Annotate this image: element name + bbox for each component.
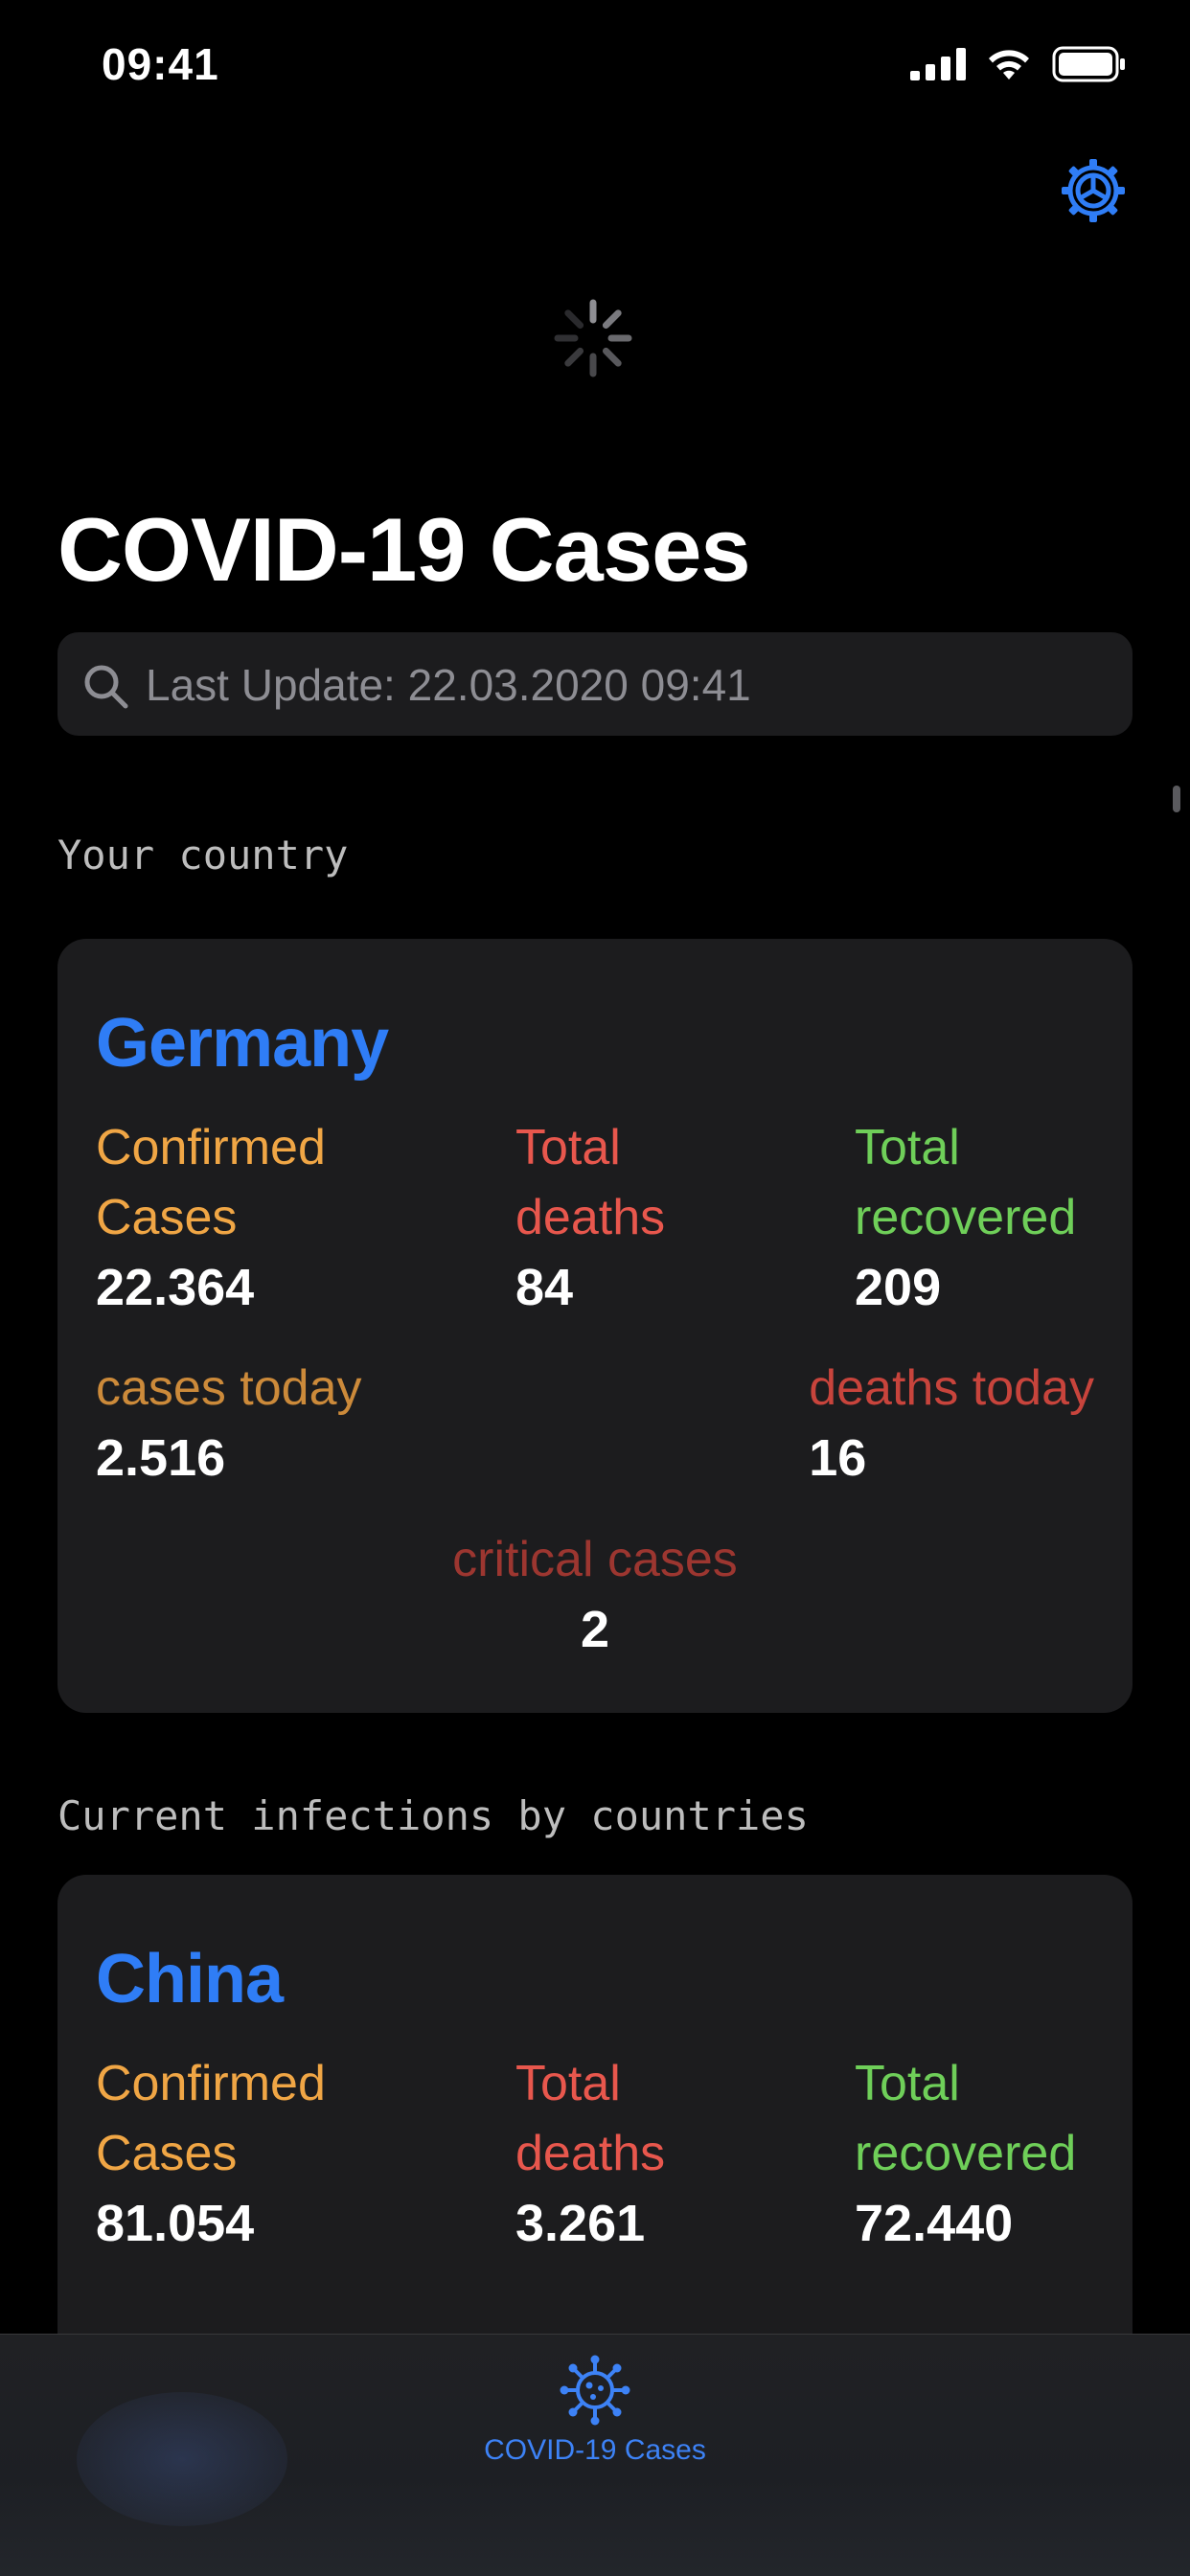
stat-recovered: Total recovered 209 <box>855 1113 1076 1323</box>
stat-label: deaths <box>515 2126 666 2181</box>
stat-label: Total <box>515 1120 621 1175</box>
stat-label: Cases <box>96 2126 238 2181</box>
stat-value: 84 <box>515 1259 574 1316</box>
gear-icon[interactable] <box>1060 157 1127 224</box>
search-icon <box>84 665 128 709</box>
section-header-by-countries: Current infections by countries <box>57 1792 809 1839</box>
stat-value: 72.440 <box>855 2195 1014 2252</box>
stat-confirmed: Confirmed Cases 81.054 <box>96 2049 326 2259</box>
stat-deaths-today: deaths today 16 <box>809 1354 1094 1493</box>
section-header-your-country: Your country <box>57 832 349 878</box>
stat-deaths: Total deaths 3.261 <box>515 2049 665 2259</box>
cellular-signal-icon <box>910 48 966 80</box>
stat-label: Total <box>515 2056 621 2111</box>
tab-bar: COVID-19 Cases <box>0 2334 1190 2576</box>
status-bar: 09:41 <box>0 0 1190 125</box>
tab-bar-glow <box>77 2392 287 2526</box>
search-bar[interactable] <box>57 632 1133 738</box>
stat-deaths: Total deaths 84 <box>515 1113 665 1323</box>
stat-label: deaths today <box>809 1360 1094 1416</box>
loading-spinner-icon <box>554 299 632 377</box>
status-time: 09:41 <box>102 39 219 89</box>
stat-label: Confirmed <box>96 1120 326 1175</box>
stat-label: deaths <box>515 1190 666 1245</box>
stat-label: Confirmed <box>96 2056 326 2111</box>
wifi-icon <box>989 50 1029 80</box>
country-card-germany[interactable]: Germany Confirmed Cases 22.364 Total dea… <box>57 939 1133 1713</box>
scroll-indicator[interactable] <box>1173 786 1180 812</box>
stat-value: 81.054 <box>96 2195 255 2252</box>
stat-cases-today: cases today 2.516 <box>96 1354 362 1493</box>
status-icons <box>910 46 1127 82</box>
stat-label: Cases <box>96 1190 238 1245</box>
stat-label: recovered <box>855 1190 1077 1245</box>
stat-value: 16 <box>809 1429 867 1487</box>
stat-label: recovered <box>855 2126 1077 2181</box>
stat-value: 2 <box>580 1601 610 1658</box>
stat-value: 3.261 <box>515 2195 646 2252</box>
stat-label: Total <box>855 1120 960 1175</box>
stat-confirmed: Confirmed Cases 22.364 <box>96 1113 326 1323</box>
battery-icon <box>1052 46 1125 82</box>
stat-label: Total <box>855 2056 960 2111</box>
stat-value: 209 <box>855 1259 942 1316</box>
tab-covid-cases[interactable]: COVID-19 Cases <box>450 2354 740 2469</box>
stat-value: 2.516 <box>96 1429 226 1487</box>
search-input[interactable] <box>144 632 1106 738</box>
tab-label: COVID-19 Cases <box>484 2434 706 2466</box>
stat-value: 22.364 <box>96 1259 255 1316</box>
virus-icon <box>560 2355 630 2426</box>
country-name: Germany <box>96 1005 389 1082</box>
country-name: China <box>96 1941 284 2017</box>
stat-critical: critical cases 2 <box>57 1525 1133 1665</box>
stat-label: critical cases <box>452 1532 738 1587</box>
stat-label: cases today <box>96 1360 362 1416</box>
page-title: COVID-19 Cases <box>57 499 751 600</box>
stat-recovered: Total recovered 72.440 <box>855 2049 1076 2259</box>
